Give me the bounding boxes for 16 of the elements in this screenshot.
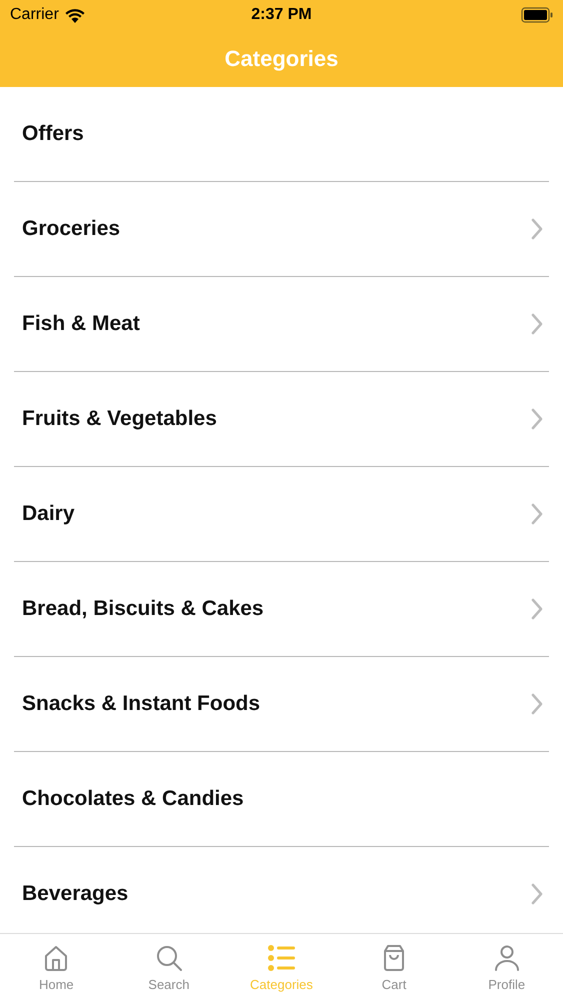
category-row[interactable]: Offers: [14, 87, 549, 182]
category-row[interactable]: Groceries: [14, 182, 549, 277]
list-icon: [267, 944, 296, 972]
status-time: 2:37 PM: [251, 5, 312, 25]
category-row[interactable]: Dairy: [14, 467, 549, 562]
battery-icon: [521, 7, 553, 23]
carrier-label: Carrier: [10, 5, 59, 25]
screen-title: Categories: [224, 45, 338, 73]
wifi-icon: [64, 8, 85, 22]
category-row[interactable]: Snacks & Instant Foods: [14, 657, 549, 752]
search-icon: [154, 944, 183, 972]
category-row[interactable]: Fruits & Vegetables: [14, 372, 549, 467]
person-icon: [492, 944, 521, 972]
category-row[interactable]: Chocolates & Candies: [14, 752, 549, 847]
category-row[interactable]: Bread, Biscuits & Cakes: [14, 562, 549, 657]
category-row[interactable]: Fish & Meat: [14, 277, 549, 372]
